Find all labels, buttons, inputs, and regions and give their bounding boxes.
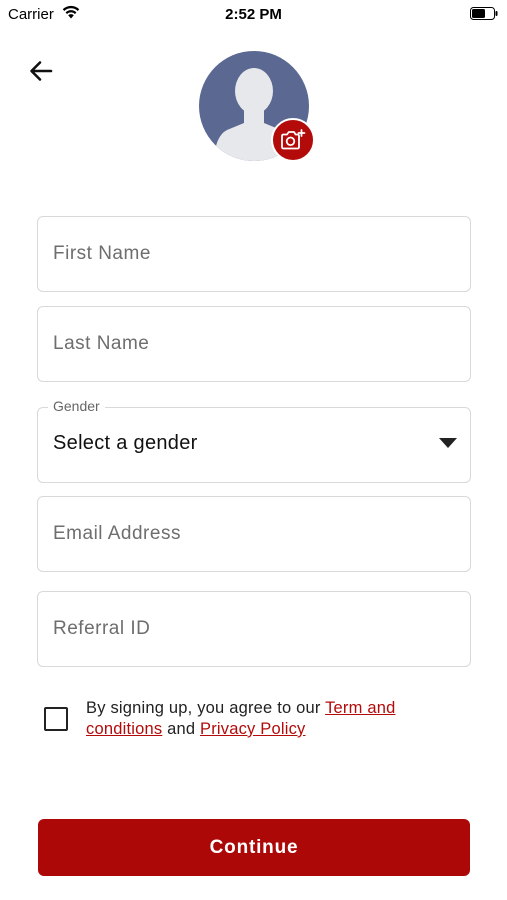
gender-selected-value: Select a gender <box>53 432 198 454</box>
status-bar: Carrier 2:52 PM <box>0 0 507 28</box>
terms-checkbox[interactable] <box>44 707 68 731</box>
gender-select[interactable]: Gender Select a gender <box>37 398 471 483</box>
camera-add-icon <box>281 129 306 150</box>
battery-icon <box>470 7 498 20</box>
referral-id-field[interactable] <box>37 591 471 667</box>
privacy-policy-link[interactable]: Privacy Policy <box>200 720 306 738</box>
back-button[interactable] <box>26 56 56 86</box>
email-input[interactable] <box>53 497 453 571</box>
email-field[interactable] <box>37 496 471 572</box>
continue-button[interactable]: Continue <box>38 819 470 876</box>
chevron-down-icon <box>439 438 457 448</box>
arrow-left-icon <box>30 61 53 81</box>
change-photo-button[interactable] <box>271 118 315 162</box>
terms-joiner: and <box>162 720 201 738</box>
last-name-input[interactable] <box>53 307 453 381</box>
terms-prefix: By signing up, you agree to our <box>86 699 326 717</box>
referral-id-input[interactable] <box>53 592 453 666</box>
gender-label: Gender <box>48 398 105 414</box>
first-name-field[interactable] <box>37 216 471 292</box>
first-name-input[interactable] <box>53 217 453 291</box>
status-time: 2:52 PM <box>225 6 282 23</box>
last-name-field[interactable] <box>37 306 471 382</box>
terms-text: By signing up, you agree to our Term and… <box>86 698 446 740</box>
